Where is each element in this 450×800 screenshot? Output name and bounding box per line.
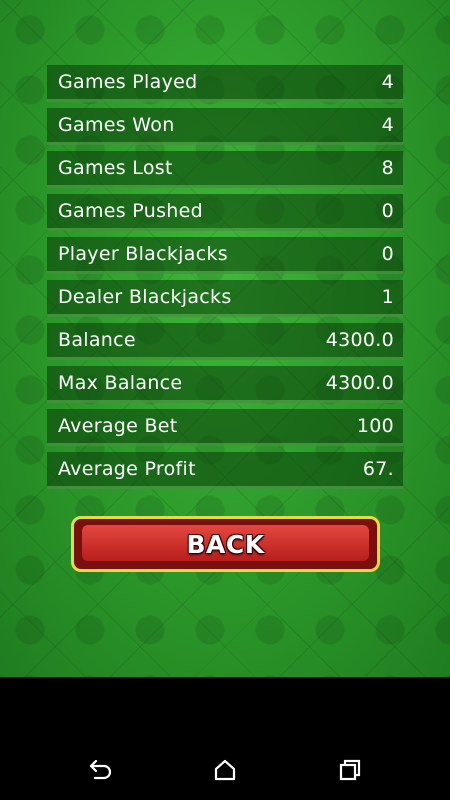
nav-back-button[interactable] [86,756,114,784]
stat-row-dealer-blackjacks: Dealer Blackjacks 1 [47,280,403,317]
back-button[interactable]: BACK [71,516,380,572]
stat-label: Average Bet [58,415,178,437]
stat-row-games-pushed: Games Pushed 0 [47,194,403,231]
stat-value: 4300.0 [325,372,394,394]
stat-row-games-played: Games Played 4 [47,65,403,102]
stat-label: Games Pushed [58,200,203,222]
nav-home-button[interactable] [211,756,239,784]
stat-label: Average Profit [58,458,196,480]
stat-row-player-blackjacks: Player Blackjacks 0 [47,237,403,274]
back-icon [87,759,113,781]
stat-label: Dealer Blackjacks [58,286,232,308]
stat-label: Games Lost [58,157,173,179]
stat-label: Max Balance [58,372,183,394]
stat-row-max-balance: Max Balance 4300.0 [47,366,403,403]
stat-value: 0 [381,200,394,222]
stats-table: Games Played 4 Games Won 4 Games Lost 8 … [47,65,403,495]
stat-row-balance: Balance 4300.0 [47,323,403,360]
game-background: Games Played 4 Games Won 4 Games Lost 8 … [0,0,450,677]
stat-value: 8 [381,157,394,179]
stat-value: 4300.0 [325,329,394,351]
stat-row-games-lost: Games Lost 8 [47,151,403,188]
stat-value: 0 [381,243,394,265]
stat-value: 4 [381,114,394,136]
stat-value: 4 [381,71,394,93]
stat-row-games-won: Games Won 4 [47,108,403,145]
stat-row-average-profit: Average Profit 67. [47,452,403,489]
stat-value: 100 [356,415,394,437]
stat-value: 1 [381,286,394,308]
stat-label: Balance [58,329,136,351]
back-button-label: BACK [186,529,265,559]
recents-icon [338,759,362,781]
stat-label: Player Blackjacks [58,243,228,265]
stat-value: 67. [362,458,394,480]
stat-row-average-bet: Average Bet 100 [47,409,403,446]
stat-label: Games Won [58,114,175,136]
home-icon [213,759,237,781]
stat-label: Games Played [58,71,198,93]
nav-recents-button[interactable] [336,756,364,784]
